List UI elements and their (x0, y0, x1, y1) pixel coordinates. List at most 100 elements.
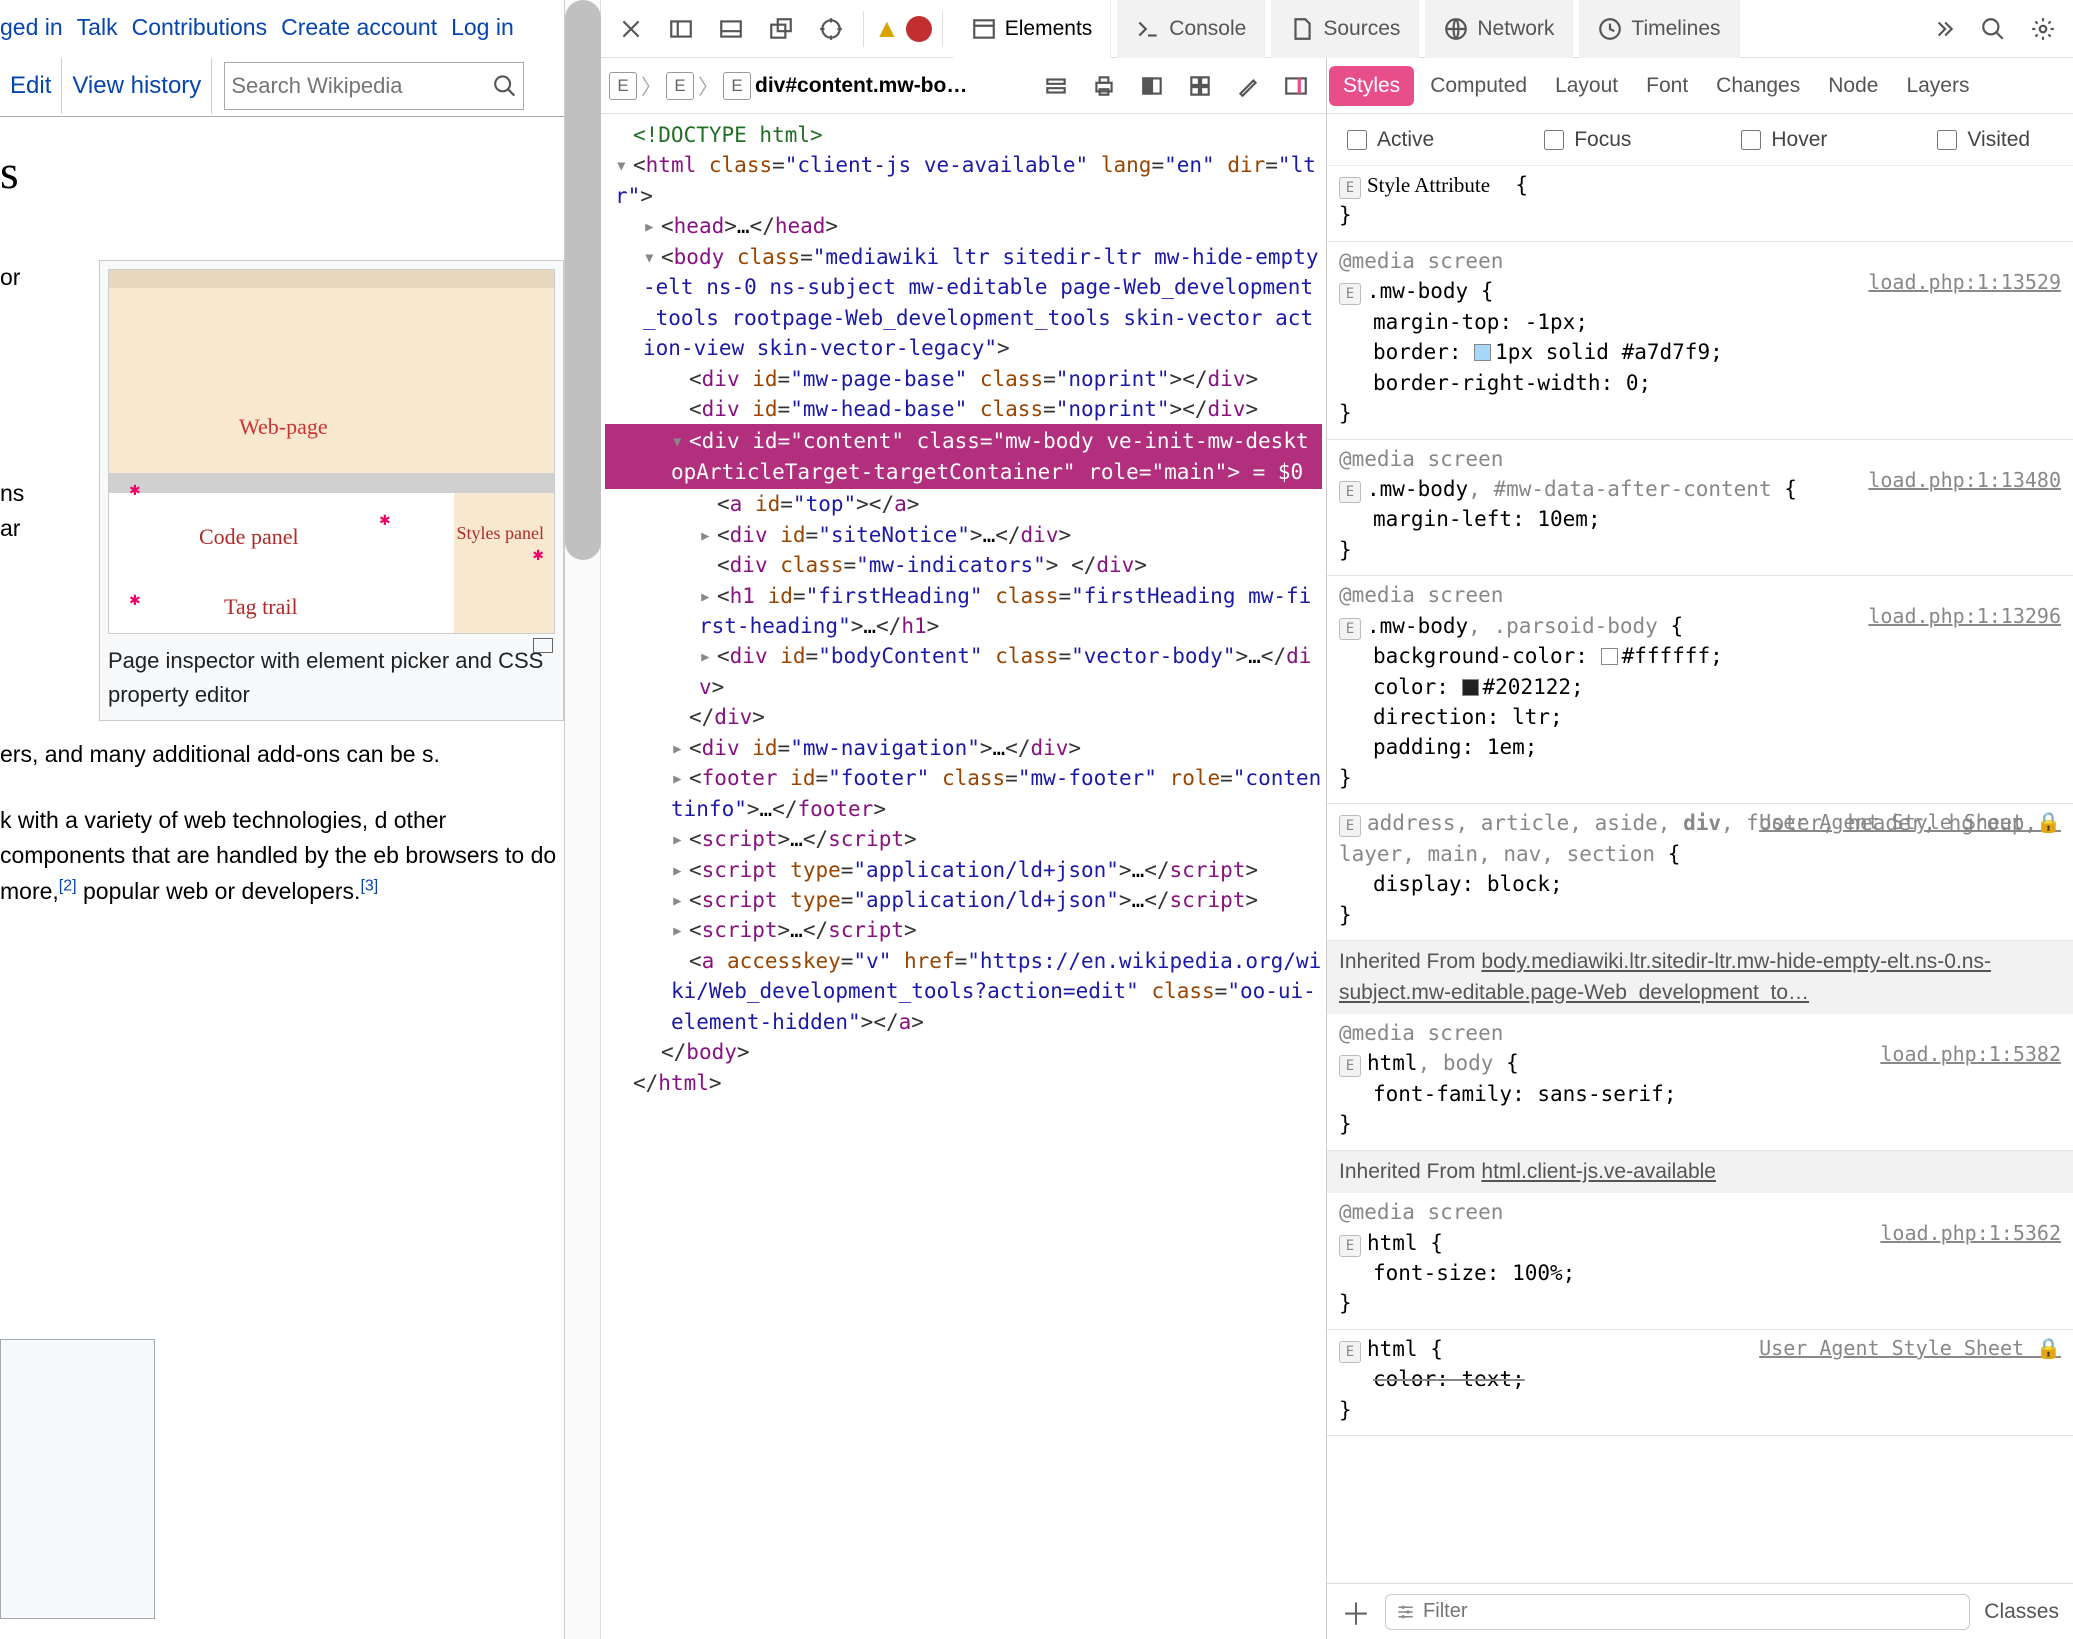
error-badge-icon[interactable] (906, 16, 932, 42)
article-paragraph: k with a variety of web technologies, d … (0, 803, 564, 910)
settings-icon[interactable] (2021, 7, 2065, 51)
css-rule[interactable]: load.php:1:5362@media screenEhtml {font-… (1327, 1193, 2073, 1330)
subtab-layout[interactable]: Layout (1541, 58, 1632, 114)
tab-edit[interactable]: Edit (0, 58, 62, 114)
subtab-changes[interactable]: Changes (1702, 58, 1814, 114)
rule-source-link[interactable]: load.php:1:5362 (1880, 1219, 2061, 1248)
grid-overlay-icon[interactable] (1178, 64, 1222, 108)
tab-console[interactable]: Console (1117, 0, 1265, 58)
breadcrumb-current[interactable]: div#content.mw-bo… (755, 74, 967, 98)
link-create-account[interactable]: Create account (281, 14, 437, 41)
paint-flashing-icon[interactable] (1226, 64, 1270, 108)
link-contributions[interactable]: Contributions (132, 14, 268, 41)
search-icon[interactable] (492, 72, 518, 100)
figure-thumbnail[interactable]: Web-page Code panel Styles panel Tag tra… (108, 269, 555, 634)
wiki-page-tabs: Edit View history (0, 55, 564, 117)
thumb-label-styles: Styles panel (457, 520, 545, 548)
dock-bottom-icon[interactable] (709, 7, 753, 51)
dom-tree-panel: E 〉 E 〉 E div#content.mw-bo… <!DOCTYPE h… (601, 58, 1327, 1639)
filter-box[interactable] (1385, 1594, 1970, 1630)
crumb-element-icon[interactable]: E (723, 72, 751, 100)
pseudo-visited[interactable]: Visited (1937, 128, 2030, 152)
subtab-layers[interactable]: Layers (1892, 58, 1983, 114)
css-rule[interactable]: load.php:1:13480@media screenE.mw-body, … (1327, 440, 2073, 577)
css-rules-list[interactable]: EStyle Attribute {}load.php:1:13529@medi… (1327, 166, 2073, 1583)
rule-source-link[interactable]: User Agent Style Sheet 🔒 (1759, 1334, 2061, 1363)
styles-sidebar: Styles Computed Layout Font Changes Node… (1327, 58, 2073, 1639)
chevron-right-icon: 〉 (698, 71, 719, 101)
rule-source-link[interactable]: User Agent Style Sheet 🔒 (1759, 808, 2061, 837)
more-tabs-icon[interactable] (1921, 7, 1965, 51)
inherited-link[interactable]: html.client-js.ve-available (1481, 1160, 1716, 1183)
inherited-link[interactable]: body.mediawiki.ltr.sitedir-ltr.mw-hide-e… (1339, 950, 1991, 1003)
pseudo-focus[interactable]: Focus (1544, 128, 1631, 152)
page-scrollbar-thumb[interactable] (565, 0, 601, 560)
search-input[interactable] (231, 73, 492, 99)
add-rule-icon[interactable]: ＋ (1341, 1590, 1371, 1634)
wiki-search-box[interactable] (224, 62, 524, 110)
tab-view-history[interactable]: View history (62, 58, 212, 114)
reference-link[interactable]: [3] (360, 877, 378, 894)
style-attribute-rule[interactable]: EStyle Attribute {} (1327, 166, 2073, 242)
classes-toggle[interactable]: Classes (1984, 1600, 2059, 1624)
css-rule[interactable]: load.php:1:5382@media screenEhtml, body … (1327, 1014, 2073, 1151)
inherited-from: Inherited From html.client-js.ve-availab… (1327, 1151, 2073, 1193)
wiki-personal-links: ged in Talk Contributions Create account… (0, 0, 564, 55)
styles-filter-bar: ＋ Classes (1327, 1583, 2073, 1639)
tab-elements[interactable]: Elements (953, 0, 1112, 58)
search-devtools-icon[interactable] (1971, 7, 2015, 51)
elements-icon (971, 16, 997, 42)
filter-input[interactable] (1423, 1600, 1959, 1623)
css-rule[interactable]: User Agent Style Sheet 🔒Ehtml {color: te… (1327, 1330, 2073, 1436)
element-picker-icon[interactable] (809, 7, 853, 51)
thumb-label-tag: Tag trail (224, 590, 298, 624)
link-logged-in[interactable]: ged in (0, 14, 63, 41)
article-paragraph: ers, and many additional add-ons can be … (0, 737, 564, 773)
subtab-computed[interactable]: Computed (1416, 58, 1541, 114)
warning-badge-icon[interactable]: ▲ (874, 13, 900, 44)
css-rule[interactable]: User Agent Style Sheet 🔒Eaddress, articl… (1327, 804, 2073, 941)
tab-network[interactable]: Network (1425, 0, 1573, 58)
styles-subtabs: Styles Computed Layout Font Changes Node… (1327, 58, 2073, 114)
rule-source-link[interactable]: load.php:1:5382 (1880, 1040, 2061, 1069)
network-icon (1443, 16, 1469, 42)
rule-source-link[interactable]: load.php:1:13529 (1868, 268, 2061, 297)
article-body: Web-page Code panel Styles panel Tag tra… (0, 260, 564, 910)
filter-icon (1396, 1602, 1415, 1622)
link-log-in[interactable]: Log in (451, 14, 514, 41)
toggle-sidebar-icon[interactable] (1274, 64, 1318, 108)
dark-mode-icon[interactable] (1130, 64, 1174, 108)
css-rule[interactable]: load.php:1:13529@media screenE.mw-body {… (1327, 242, 2073, 440)
dom-tree[interactable]: <!DOCTYPE html><html class="client-js ve… (601, 114, 1326, 1104)
sidebar-box (0, 1339, 155, 1619)
page-title: s (0, 117, 564, 260)
page-scrollbar-track[interactable] (565, 0, 601, 1639)
pseudo-hover[interactable]: Hover (1741, 128, 1827, 152)
close-devtools-icon[interactable] (609, 7, 653, 51)
rule-source-link[interactable]: load.php:1:13480 (1868, 466, 2061, 495)
inherited-from: Inherited From body.mediawiki.ltr.sitedi… (1327, 941, 2073, 1014)
subtab-node[interactable]: Node (1814, 58, 1892, 114)
print-styles-icon[interactable] (1082, 64, 1126, 108)
reference-link[interactable]: [2] (59, 877, 77, 894)
tab-timelines[interactable]: Timelines (1579, 0, 1739, 58)
article-figure: Web-page Code panel Styles panel Tag tra… (99, 260, 564, 721)
dock-left-icon[interactable] (659, 7, 703, 51)
pseudo-active[interactable]: Active (1347, 128, 1434, 152)
dock-popout-icon[interactable] (759, 7, 803, 51)
tab-sources[interactable]: Sources (1271, 0, 1419, 58)
console-icon (1135, 16, 1161, 42)
sources-icon (1289, 16, 1315, 42)
timelines-icon (1597, 16, 1623, 42)
link-talk[interactable]: Talk (77, 14, 118, 41)
css-rule[interactable]: load.php:1:13296@media screenE.mw-body, … (1327, 576, 2073, 804)
subtab-styles[interactable]: Styles (1329, 66, 1414, 106)
subtab-font[interactable]: Font (1632, 58, 1702, 114)
expand-icon[interactable] (533, 638, 553, 653)
force-state-icon[interactable] (1034, 64, 1078, 108)
crumb-element-icon[interactable]: E (609, 72, 637, 100)
crumb-element-icon[interactable]: E (666, 72, 694, 100)
pseudo-class-toggles: Active Focus Hover Visited (1327, 114, 2073, 166)
rule-source-link[interactable]: load.php:1:13296 (1868, 602, 2061, 631)
thumb-label-code: Code panel (199, 520, 299, 554)
